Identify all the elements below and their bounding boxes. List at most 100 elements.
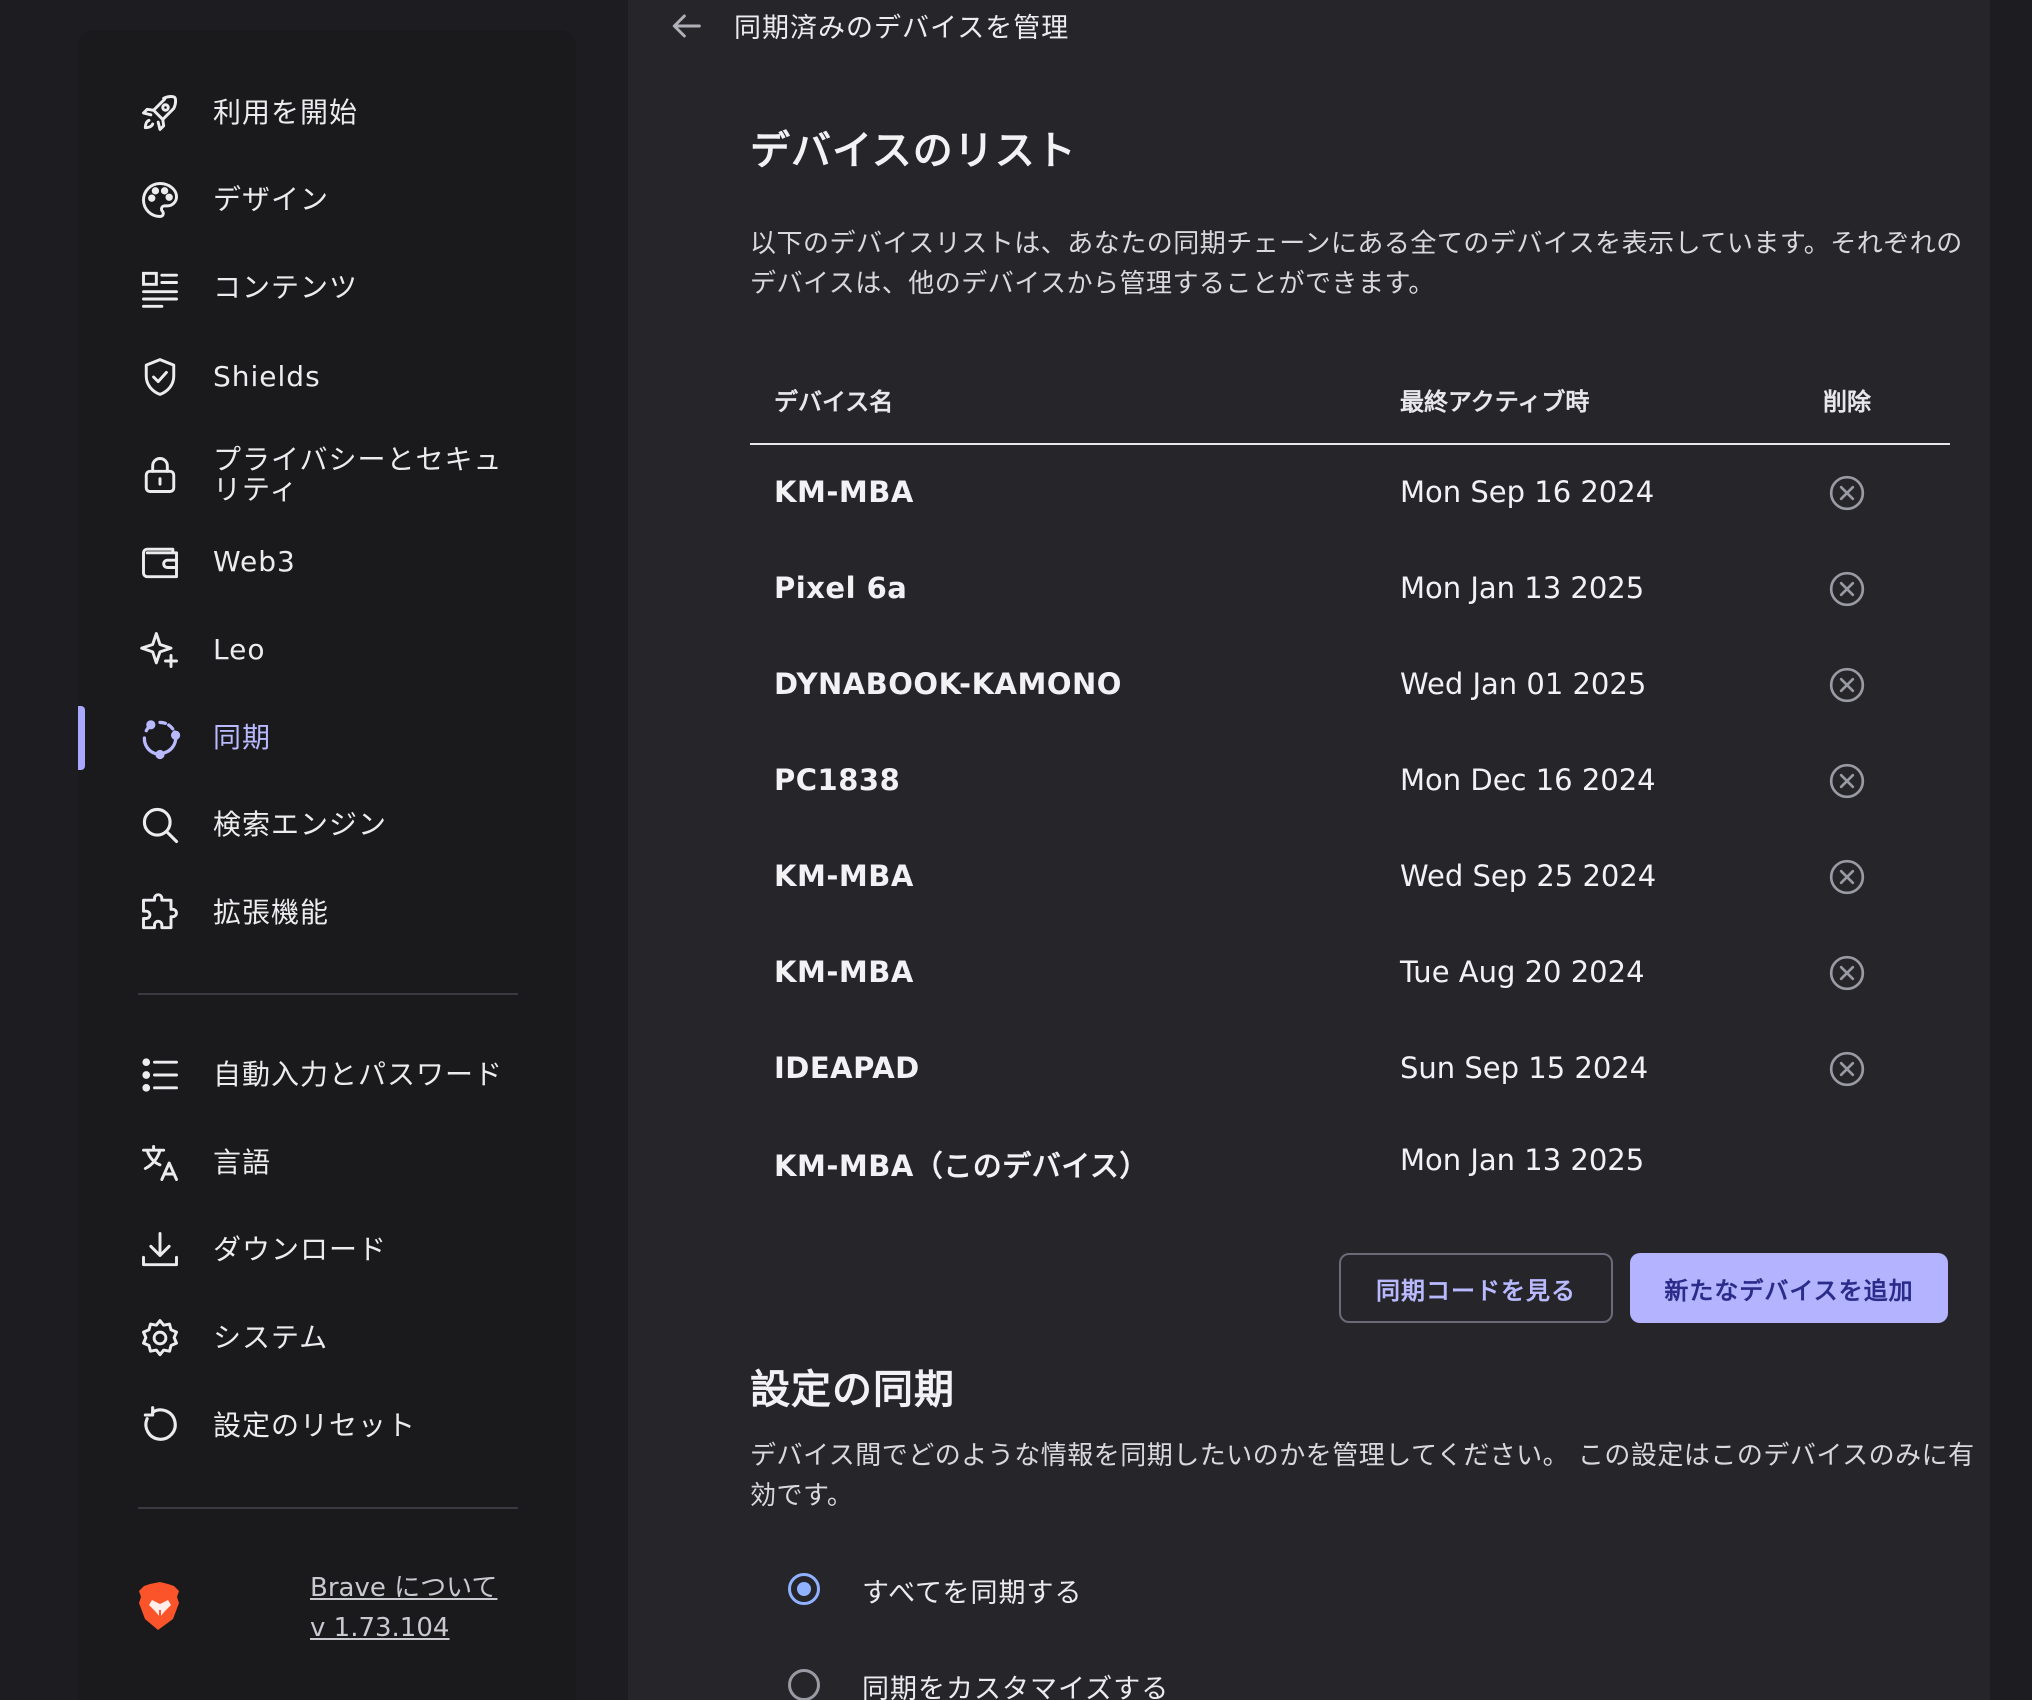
table-row: IDEAPAD Sun Sep 15 2024 — [750, 1021, 1950, 1117]
sidebar-item-get-started[interactable]: 利用を開始 — [78, 73, 576, 153]
remove-device-icon[interactable] — [1827, 857, 1867, 897]
device-name: IDEAPAD — [774, 1051, 920, 1085]
device-name: Pixel 6a — [774, 571, 908, 605]
device-list-description: 以下のデバイスリストは、あなたの同期チェーンにある全てのデバイスを表示しています… — [750, 229, 1963, 299]
search-icon — [138, 803, 182, 847]
sidebar-item-label: 利用を開始 — [213, 96, 359, 129]
table-header: デバイス名 最終アクティブ時 削除 — [750, 360, 1950, 445]
about-link[interactable]: Brave について v 1.73.104 — [310, 1568, 497, 1648]
sidebar-item-label: システム — [213, 1321, 329, 1354]
customize-sync-label[interactable]: 同期をカスタマイズする — [862, 1667, 1169, 1700]
version-label[interactable]: v 1.73.104 — [310, 1608, 497, 1648]
sidebar-item-languages[interactable]: 言語 — [78, 1123, 576, 1203]
sidebar-item-privacy[interactable]: プライバシーとセキュリティ — [78, 430, 576, 520]
sidebar-item-extensions[interactable]: 拡張機能 — [78, 873, 576, 953]
sidebar-item-label: Leo — [213, 633, 266, 666]
device-name: KM-MBA（このデバイス） — [774, 1149, 1149, 1183]
sidebar-item-label: Web3 — [213, 545, 296, 578]
sidebar-item-label: デザイン — [213, 183, 330, 216]
sidebar-item-label: Shields — [213, 360, 321, 393]
remove-device-icon[interactable] — [1827, 953, 1867, 993]
device-last-active: Mon Sep 16 2024 — [1400, 475, 1655, 509]
sidebar-item-reset[interactable]: 設定のリセット — [78, 1386, 576, 1466]
sync-all-label[interactable]: すべてを同期する — [862, 1571, 1083, 1610]
table-row: Pixel 6a Mon Jan 13 2025 — [750, 541, 1950, 637]
page-title: 同期済みのデバイスを管理 — [734, 13, 1070, 44]
sidebar-item-label: 拡張機能 — [213, 896, 330, 929]
sidebar-item-label: 設定のリセット — [213, 1409, 417, 1442]
gear-icon — [138, 1316, 182, 1360]
sync-icon — [138, 716, 182, 760]
translate-icon — [138, 1141, 182, 1185]
customize-sync-radio[interactable] — [788, 1669, 820, 1700]
sidebar-item-autofill[interactable]: 自動入力とパスワード — [78, 1035, 576, 1115]
sidebar-item-label: 言語 — [213, 1146, 272, 1179]
sync-settings-description: デバイス間でどのような情報を同期したいのかを管理してください。 この設定はこのデ… — [750, 1441, 1975, 1511]
list-icon — [138, 1053, 182, 1097]
table-row: DYNABOOK-KAMONO Wed Jan 01 2025 — [750, 637, 1950, 733]
sidebar-item-leo[interactable]: Leo — [78, 610, 576, 690]
table-row: KM-MBA Mon Sep 16 2024 — [750, 445, 1950, 541]
remove-device-icon[interactable] — [1827, 569, 1867, 609]
sync-settings-title: 設定の同期 — [750, 1367, 955, 1413]
about-label[interactable]: Brave について — [310, 1568, 497, 1608]
sidebar-item-sync[interactable]: 同期 — [78, 698, 576, 778]
sidebar-item-design[interactable]: デザイン — [78, 160, 576, 240]
device-name: KM-MBA — [774, 475, 914, 509]
page-header: 同期済みのデバイスを管理 — [628, 0, 1990, 50]
column-header-delete: 削除 — [1823, 388, 1871, 416]
lock-icon — [138, 453, 182, 497]
settings-sidebar: 利用を開始 デザイン コンテンツ Shields プライバシーとセキュリティ W… — [78, 30, 576, 1700]
sidebar-divider — [138, 993, 518, 995]
device-name: KM-MBA — [774, 859, 914, 893]
sidebar-item-label: ダウンロード — [213, 1233, 388, 1266]
content-icon — [138, 266, 182, 310]
sidebar-item-shields[interactable]: Shields — [78, 337, 576, 417]
rocket-icon — [138, 91, 182, 135]
sparkle-icon — [138, 628, 182, 672]
sidebar-item-label: 検索エンジン — [213, 808, 388, 841]
sidebar-item-label: 自動入力とパスワード — [213, 1058, 504, 1091]
sidebar-divider — [138, 1507, 518, 1509]
add-device-button[interactable]: 新たなデバイスを追加 — [1630, 1253, 1948, 1323]
device-last-active: Wed Jan 01 2025 — [1400, 667, 1647, 701]
view-sync-code-button[interactable]: 同期コードを見る — [1339, 1253, 1613, 1323]
column-header-name: デバイス名 — [774, 388, 894, 416]
active-indicator — [78, 706, 85, 770]
sidebar-item-search-engine[interactable]: 検索エンジン — [78, 785, 576, 865]
sync-devices-page: 同期済みのデバイスを管理 デバイスのリスト 以下のデバイスリストは、あなたの同期… — [628, 0, 1990, 1700]
sidebar-item-system[interactable]: システム — [78, 1298, 576, 1378]
table-row: KM-MBA Wed Sep 25 2024 — [750, 829, 1950, 925]
shield-icon — [138, 355, 182, 399]
remove-device-icon[interactable] — [1827, 1049, 1867, 1089]
sidebar-item-label: コンテンツ — [213, 271, 359, 304]
palette-icon — [138, 178, 182, 222]
back-arrow-icon[interactable] — [666, 6, 706, 46]
sidebar-item-label: プライバシーとセキュリティ — [213, 443, 503, 506]
about-brave: Brave について v 1.73.104 — [138, 1560, 538, 1660]
device-last-active: Wed Sep 25 2024 — [1400, 859, 1657, 893]
device-last-active: Tue Aug 20 2024 — [1400, 955, 1645, 989]
device-name: DYNABOOK-KAMONO — [774, 667, 1122, 701]
device-name: PC1838 — [774, 763, 901, 797]
sidebar-item-downloads[interactable]: ダウンロード — [78, 1210, 576, 1290]
device-list-title: デバイスのリスト — [750, 128, 1077, 174]
remove-device-icon[interactable] — [1827, 473, 1867, 513]
settings-window: 利用を開始 デザイン コンテンツ Shields プライバシーとセキュリティ W… — [0, 0, 2032, 1700]
device-last-active: Mon Jan 13 2025 — [1400, 571, 1645, 605]
sync-all-radio[interactable] — [788, 1573, 820, 1605]
reset-icon — [138, 1404, 182, 1448]
device-last-active: Mon Dec 16 2024 — [1400, 763, 1656, 797]
sidebar-item-label: 同期 — [213, 721, 272, 754]
device-name: KM-MBA — [774, 955, 914, 989]
download-icon — [138, 1228, 182, 1272]
table-row: KM-MBA Tue Aug 20 2024 — [750, 925, 1950, 1021]
remove-device-icon[interactable] — [1827, 761, 1867, 801]
wallet-icon — [138, 540, 182, 584]
sidebar-item-web3[interactable]: Web3 — [78, 522, 576, 602]
brave-logo-icon — [139, 1582, 179, 1630]
device-last-active: Mon Jan 13 2025 — [1400, 1143, 1645, 1177]
remove-device-icon[interactable] — [1827, 665, 1867, 705]
puzzle-icon — [138, 891, 182, 935]
sidebar-item-content[interactable]: コンテンツ — [78, 248, 576, 328]
